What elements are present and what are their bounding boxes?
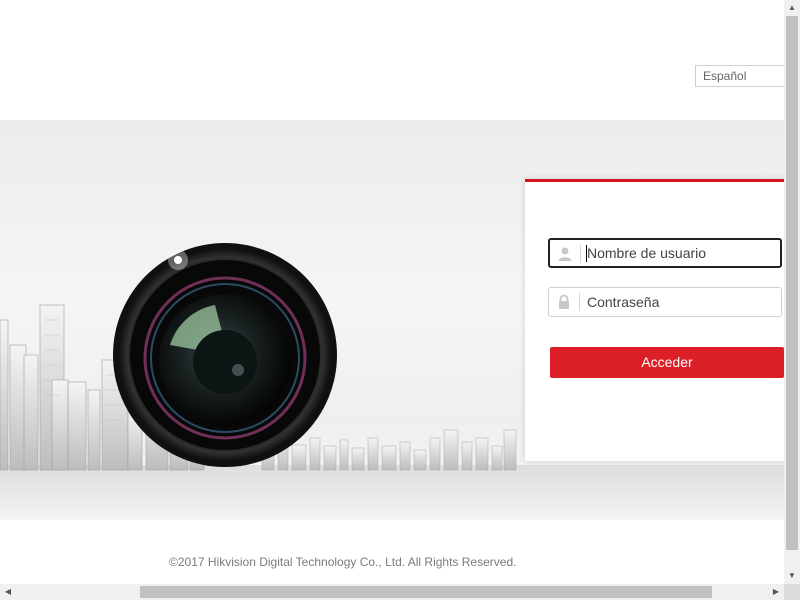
copyright-text: ©2017 Hikvision Digital Technology Co., …: [169, 555, 517, 569]
password-field[interactable]: Contraseña: [548, 287, 782, 317]
field-divider: [579, 293, 580, 311]
horizontal-scroll-thumb[interactable]: [140, 586, 712, 598]
language-select[interactable]: Español: [695, 65, 784, 87]
user-icon: [557, 246, 573, 262]
scroll-left-icon[interactable]: ◀: [0, 584, 16, 600]
username-field[interactable]: Nombre de usuario: [548, 238, 782, 268]
username-placeholder: Nombre de usuario: [587, 245, 707, 261]
lock-icon: [556, 294, 572, 310]
scrollbar-corner: [784, 584, 800, 600]
password-placeholder: Contraseña: [587, 294, 660, 310]
scroll-down-icon[interactable]: ▼: [784, 568, 800, 584]
scroll-up-icon[interactable]: ▲: [784, 0, 800, 16]
vertical-scrollbar[interactable]: ▲ ▼: [784, 0, 800, 584]
camera-lens-graphic: [113, 243, 337, 467]
horizontal-scrollbar[interactable]: ◀ ▶: [0, 584, 784, 600]
page-viewport: Español Nombre de usuario Contraseña Acc…: [0, 0, 784, 584]
login-panel: Nombre de usuario Contraseña Acceder: [525, 179, 784, 461]
vertical-scroll-thumb[interactable]: [786, 16, 798, 550]
field-divider: [580, 245, 581, 263]
login-button[interactable]: Acceder: [550, 347, 784, 378]
scroll-right-icon[interactable]: ▶: [768, 584, 784, 600]
